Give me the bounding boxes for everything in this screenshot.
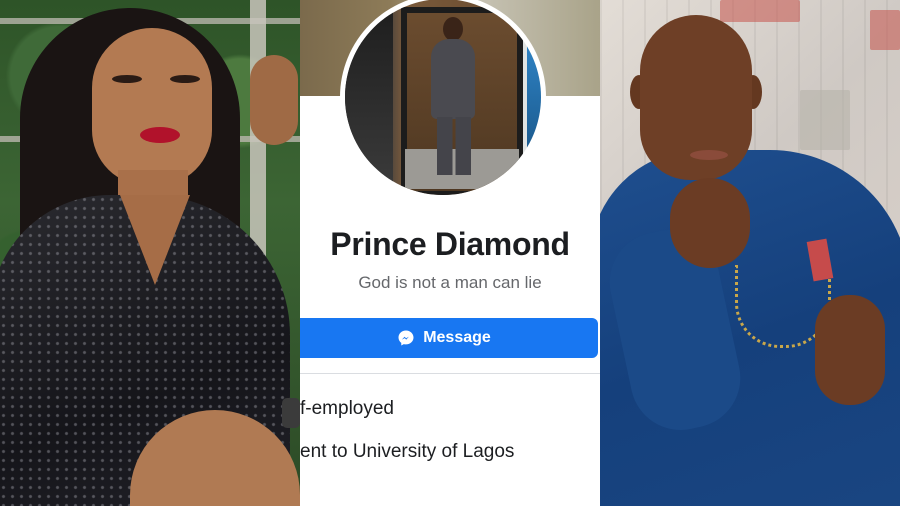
- face: [92, 28, 212, 186]
- resting-hand: [815, 295, 885, 405]
- mouth: [690, 150, 728, 160]
- man-photo: [600, 0, 900, 506]
- raised-hand: [250, 55, 298, 145]
- man-head: [443, 17, 463, 41]
- message-button[interactable]: Message: [300, 318, 598, 358]
- profile-bio: God is not a man can lie: [358, 273, 542, 292]
- woman-photo: [0, 0, 300, 506]
- window: [527, 39, 541, 149]
- work-info: f-employed: [300, 398, 394, 419]
- divider: [300, 373, 600, 374]
- chin-hand: [670, 178, 750, 268]
- profile-picture-frame[interactable]: [340, 0, 546, 200]
- legs: [437, 117, 471, 175]
- backdrop-print: [800, 90, 850, 150]
- wristwatch: [282, 398, 300, 428]
- backdrop-print: [720, 0, 800, 22]
- profile-card: Prince Diamond God is not a man can lie …: [300, 0, 600, 506]
- profile-name: Prince Diamond: [330, 226, 570, 262]
- suit: [431, 39, 475, 119]
- message-button-label: Message: [423, 329, 491, 346]
- eye: [170, 75, 200, 83]
- profile-picture[interactable]: [345, 0, 541, 195]
- dark-panel: [345, 0, 393, 195]
- backdrop-print: [870, 10, 900, 50]
- education-info: ent to University of Lagos: [300, 441, 515, 462]
- lips: [140, 127, 180, 143]
- eye: [112, 75, 142, 83]
- messenger-icon: [398, 330, 414, 346]
- photo-collage: Prince Diamond God is not a man can lie …: [0, 0, 900, 506]
